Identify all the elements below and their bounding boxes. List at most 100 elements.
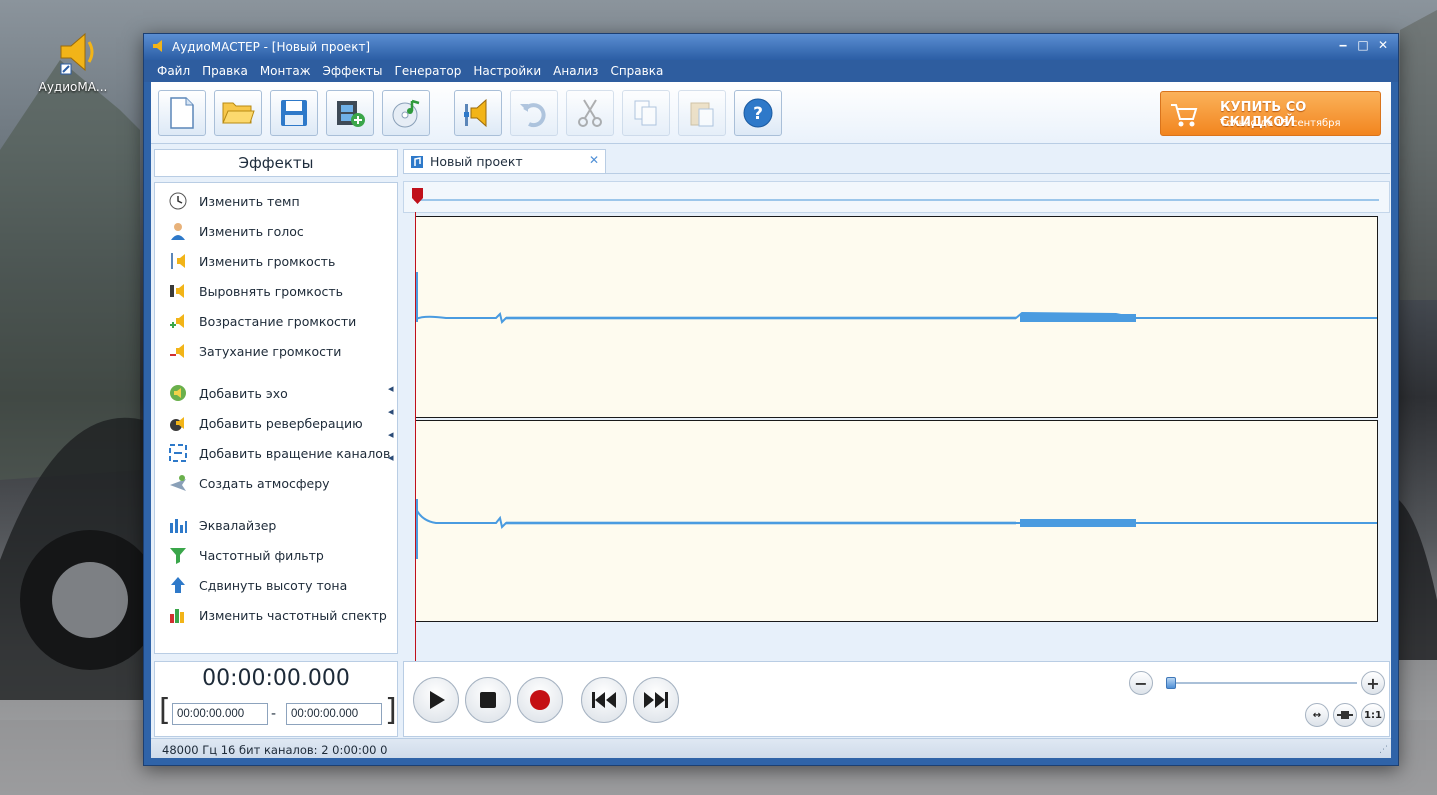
selection-start-field[interactable] <box>172 703 268 725</box>
timeline-ruler[interactable] <box>403 181 1390 213</box>
menu-effects[interactable]: Эффекты <box>317 60 389 82</box>
menu-settings[interactable]: Настройки <box>467 60 547 82</box>
skip-back-button[interactable] <box>581 677 627 723</box>
undo-icon <box>520 103 546 128</box>
effect-change-spectrum[interactable]: Изменить частотный спектр <box>167 604 387 626</box>
effect-label: Частотный фильтр <box>199 547 324 563</box>
effect-pitch-shift[interactable]: Сдвинуть высоту тона <box>167 574 347 596</box>
zoom-actual-button[interactable]: 1:1 <box>1361 703 1385 727</box>
range-dash: - <box>271 706 277 722</box>
app-window: АудиоМАСТЕР - [Новый проект] ‒ □ ✕ Файл … <box>143 33 1399 766</box>
menu-file[interactable]: Файл <box>151 60 196 82</box>
person-icon <box>167 220 189 242</box>
new-file-button[interactable] <box>158 90 206 136</box>
waveform-channel-left[interactable] <box>415 216 1378 418</box>
zoom-out-button[interactable]: − <box>1129 671 1153 695</box>
echo-icon <box>167 382 189 404</box>
effect-fade-out[interactable]: Затухание громкости <box>167 340 341 362</box>
cd-music-button[interactable] <box>382 90 430 136</box>
effect-change-tempo[interactable]: Изменить темп <box>167 190 300 212</box>
chevron-left-icon[interactable]: ◂ <box>388 428 394 441</box>
copy-button[interactable] <box>622 90 670 136</box>
effect-add-echo[interactable]: Добавить эхо <box>167 382 288 404</box>
effect-label: Добавить эхо <box>199 385 288 401</box>
paste-icon <box>690 102 714 127</box>
zoom-slider-thumb[interactable] <box>1166 677 1176 689</box>
client-area: ? КУПИТЬ СО СКИДКОЙ Только до 15 сентябр… <box>151 82 1391 758</box>
fade-in-icon <box>167 310 189 332</box>
menu-analysis[interactable]: Анализ <box>547 60 604 82</box>
effect-change-volume[interactable]: Изменить громкость <box>167 250 335 272</box>
effect-label: Изменить голос <box>199 223 304 239</box>
equalizer-icon <box>167 514 189 536</box>
cut-button[interactable] <box>566 90 614 136</box>
selection-end-field[interactable] <box>286 703 382 725</box>
filter-icon <box>167 544 189 566</box>
chevron-left-icon[interactable]: ◂ <box>388 405 394 418</box>
title-bar[interactable]: АудиоМАСТЕР - [Новый проект] ‒ □ ✕ <box>144 34 1398 60</box>
menu-montage[interactable]: Монтаж <box>254 60 317 82</box>
cart-icon <box>1171 104 1198 127</box>
help-button[interactable]: ? <box>734 90 782 136</box>
save-button[interactable] <box>270 90 318 136</box>
new-file-icon <box>170 97 194 129</box>
chevron-left-icon[interactable]: ◂ <box>388 451 394 464</box>
stop-button[interactable] <box>465 677 511 723</box>
close-bracket: ] <box>385 693 397 728</box>
effect-label: Выровнять громкость <box>199 283 344 299</box>
effect-equalizer[interactable]: Эквалайзер <box>167 514 276 536</box>
tab-new-project[interactable]: Новый проект ✕ <box>403 149 606 173</box>
close-button[interactable]: ✕ <box>1376 37 1390 53</box>
effect-label: Добавить вращение каналов <box>199 445 391 461</box>
effect-create-atmosphere[interactable]: Создать атмосферу <box>167 472 330 494</box>
fit-selection-icon <box>1337 711 1353 719</box>
volume-icon <box>464 98 487 128</box>
effect-label: Изменить темп <box>199 193 300 209</box>
record-button[interactable] <box>517 677 563 723</box>
resize-grip-icon[interactable]: ⋰ <box>1379 745 1388 755</box>
effect-normalize-volume[interactable]: Выровнять громкость <box>167 280 343 302</box>
minimize-button[interactable]: ‒ <box>1336 37 1350 53</box>
open-bracket: [ <box>159 693 171 728</box>
playhead-marker-icon[interactable] <box>412 188 423 204</box>
effect-label: Создать атмосферу <box>199 475 330 491</box>
effects-panel: Изменить темп Изменить голос Изменить гр… <box>154 182 398 654</box>
reverb-icon <box>167 412 189 434</box>
zoom-slider[interactable] <box>1167 682 1357 684</box>
rotate-channels-icon <box>167 442 189 464</box>
close-tab-icon[interactable]: ✕ <box>589 153 599 167</box>
app-icon <box>153 40 162 52</box>
fit-width-button[interactable]: ↔ <box>1305 703 1329 727</box>
effect-add-reverb[interactable]: Добавить реверберацию <box>167 412 363 434</box>
volume-button[interactable] <box>454 90 502 136</box>
window-title: АудиоМАСТЕР - [Новый проект] <box>172 40 371 54</box>
buy-discount-button[interactable]: КУПИТЬ СО СКИДКОЙ Только до 15 сентября <box>1160 91 1381 136</box>
menu-edit[interactable]: Правка <box>196 60 254 82</box>
effect-frequency-filter[interactable]: Частотный фильтр <box>167 544 324 566</box>
effect-fade-in[interactable]: Возрастание громкости <box>167 310 356 332</box>
chevron-left-icon[interactable]: ◂ <box>388 382 394 395</box>
effect-channel-rotation[interactable]: Добавить вращение каналов <box>167 442 390 464</box>
play-icon <box>430 691 445 709</box>
open-folder-icon <box>222 102 255 124</box>
play-button[interactable] <box>413 677 459 723</box>
paste-button[interactable] <box>678 90 726 136</box>
menu-help[interactable]: Справка <box>604 60 669 82</box>
maximize-button[interactable]: □ <box>1356 37 1370 53</box>
playback-controls: − + ↔ 1:1 <box>403 661 1390 737</box>
add-video-button[interactable] <box>326 90 374 136</box>
project-icon <box>411 155 423 168</box>
open-button[interactable] <box>214 90 262 136</box>
menu-generator[interactable]: Генератор <box>389 60 468 82</box>
zoom-in-button[interactable]: + <box>1361 671 1385 695</box>
effect-label: Затухание громкости <box>199 343 342 359</box>
desktop-shortcut[interactable]: АудиоМА... <box>34 26 112 94</box>
cut-icon <box>578 99 602 127</box>
fade-out-icon <box>167 340 189 362</box>
fit-selection-button[interactable] <box>1333 703 1357 727</box>
effect-change-voice[interactable]: Изменить голос <box>167 220 304 242</box>
skip-forward-button[interactable] <box>633 677 679 723</box>
atmosphere-icon <box>167 472 189 494</box>
undo-button[interactable] <box>510 90 558 136</box>
waveform-channel-right[interactable] <box>415 420 1378 622</box>
